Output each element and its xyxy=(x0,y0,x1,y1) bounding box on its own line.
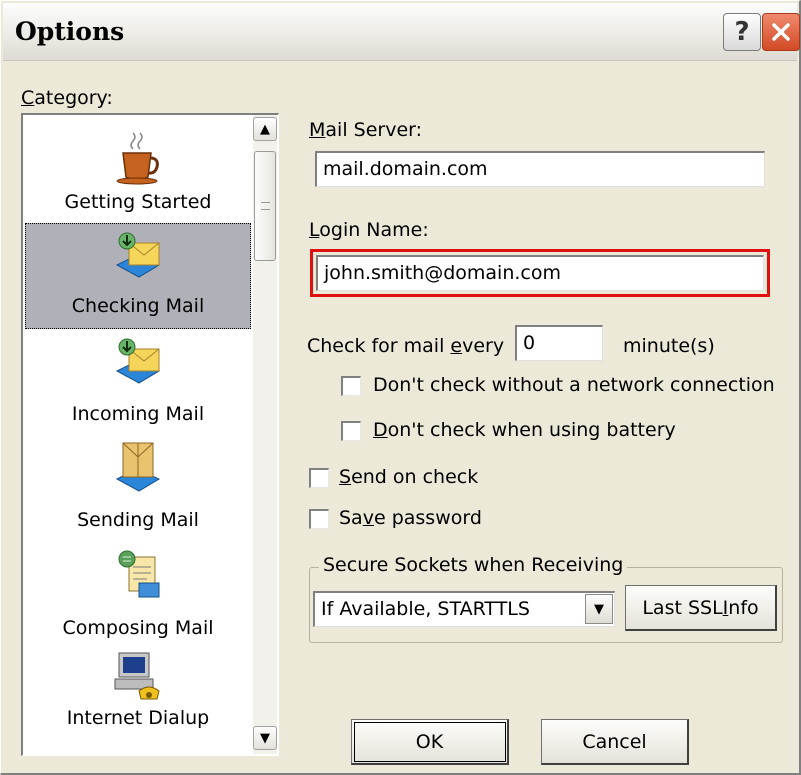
ssl-dropdown-button[interactable]: ▼ xyxy=(585,594,613,624)
last-ssl-info-button[interactable]: Last SSL Info xyxy=(625,585,777,631)
check-interval-label: Check for mail every xyxy=(307,335,505,357)
category-item-checking-mail[interactable]: Checking Mail xyxy=(25,223,251,329)
scroll-down-button[interactable]: ▼ xyxy=(253,726,277,750)
check-interval-input[interactable]: 0 xyxy=(515,325,603,361)
no-battery-checkbox[interactable] xyxy=(341,421,361,441)
ssl-group-title: Secure Sockets when Receiving xyxy=(319,554,628,576)
category-list[interactable]: Getting Started Checking Mail Incoming M xyxy=(21,113,279,756)
help-button[interactable]: ? xyxy=(723,13,761,51)
category-item-getting-started[interactable]: Getting Started xyxy=(25,115,251,223)
category-item-label: Incoming Mail xyxy=(71,403,205,425)
incoming-mail-icon xyxy=(115,338,161,384)
chevron-down-icon: ▼ xyxy=(260,730,270,746)
help-icon: ? xyxy=(734,17,750,47)
close-button[interactable] xyxy=(762,13,800,51)
category-item-label: Getting Started xyxy=(64,191,212,213)
category-item-internet-dialup[interactable]: Internet Dialup xyxy=(25,649,251,755)
category-scrollbar[interactable]: ▲ ▼ xyxy=(253,115,277,754)
chevron-down-icon: ▼ xyxy=(594,601,604,617)
category-item-incoming-mail[interactable]: Incoming Mail xyxy=(25,329,251,435)
options-dialog: Options ? Category: Getting Started Chec… xyxy=(0,0,801,775)
title-bar[interactable]: Options ? xyxy=(3,3,800,61)
no-network-checkbox[interactable] xyxy=(341,376,361,396)
category-label: Category: xyxy=(21,87,113,109)
scroll-up-button[interactable]: ▲ xyxy=(253,117,277,141)
cancel-button[interactable]: Cancel xyxy=(541,719,689,765)
send-on-check-label: Send on check xyxy=(339,466,479,488)
save-password-checkbox[interactable] xyxy=(309,509,329,529)
ok-button[interactable]: OK xyxy=(351,719,509,765)
coffee-cup-icon xyxy=(116,132,159,185)
category-item-label: Sending Mail xyxy=(77,509,199,531)
sending-mail-icon xyxy=(115,442,161,492)
scroll-thumb[interactable] xyxy=(254,151,276,261)
dialog-title: Options xyxy=(15,17,125,46)
login-name-label: Login Name: xyxy=(309,219,429,241)
category-item-label: Composing Mail xyxy=(62,617,214,639)
category-item-sending-mail[interactable]: Sending Mail xyxy=(25,435,251,541)
minutes-label: minute(s) xyxy=(623,335,715,357)
category-item-label: Internet Dialup xyxy=(66,707,210,729)
save-password-label: Save password xyxy=(339,507,482,529)
send-on-check-checkbox[interactable] xyxy=(309,468,329,488)
dialup-computer-icon xyxy=(114,652,160,700)
login-name-input[interactable]: john.smith@domain.com xyxy=(316,255,764,291)
mail-server-label: Mail Server: xyxy=(309,119,423,141)
chevron-up-icon: ▲ xyxy=(260,121,270,137)
no-network-label: Don't check without a network connection xyxy=(373,374,775,396)
mail-server-input[interactable]: mail.domain.com xyxy=(315,151,765,187)
composing-mail-icon xyxy=(118,550,160,598)
no-battery-label: Don't check when using battery xyxy=(373,419,676,441)
ssl-mode-select[interactable]: If Available, STARTTLS ▼ xyxy=(313,591,615,627)
close-icon xyxy=(772,23,790,41)
mail-download-icon xyxy=(115,232,161,278)
ssl-mode-value: If Available, STARTTLS xyxy=(321,598,530,620)
category-item-label: Checking Mail xyxy=(71,295,205,317)
category-item-composing-mail[interactable]: Composing Mail xyxy=(25,541,251,649)
